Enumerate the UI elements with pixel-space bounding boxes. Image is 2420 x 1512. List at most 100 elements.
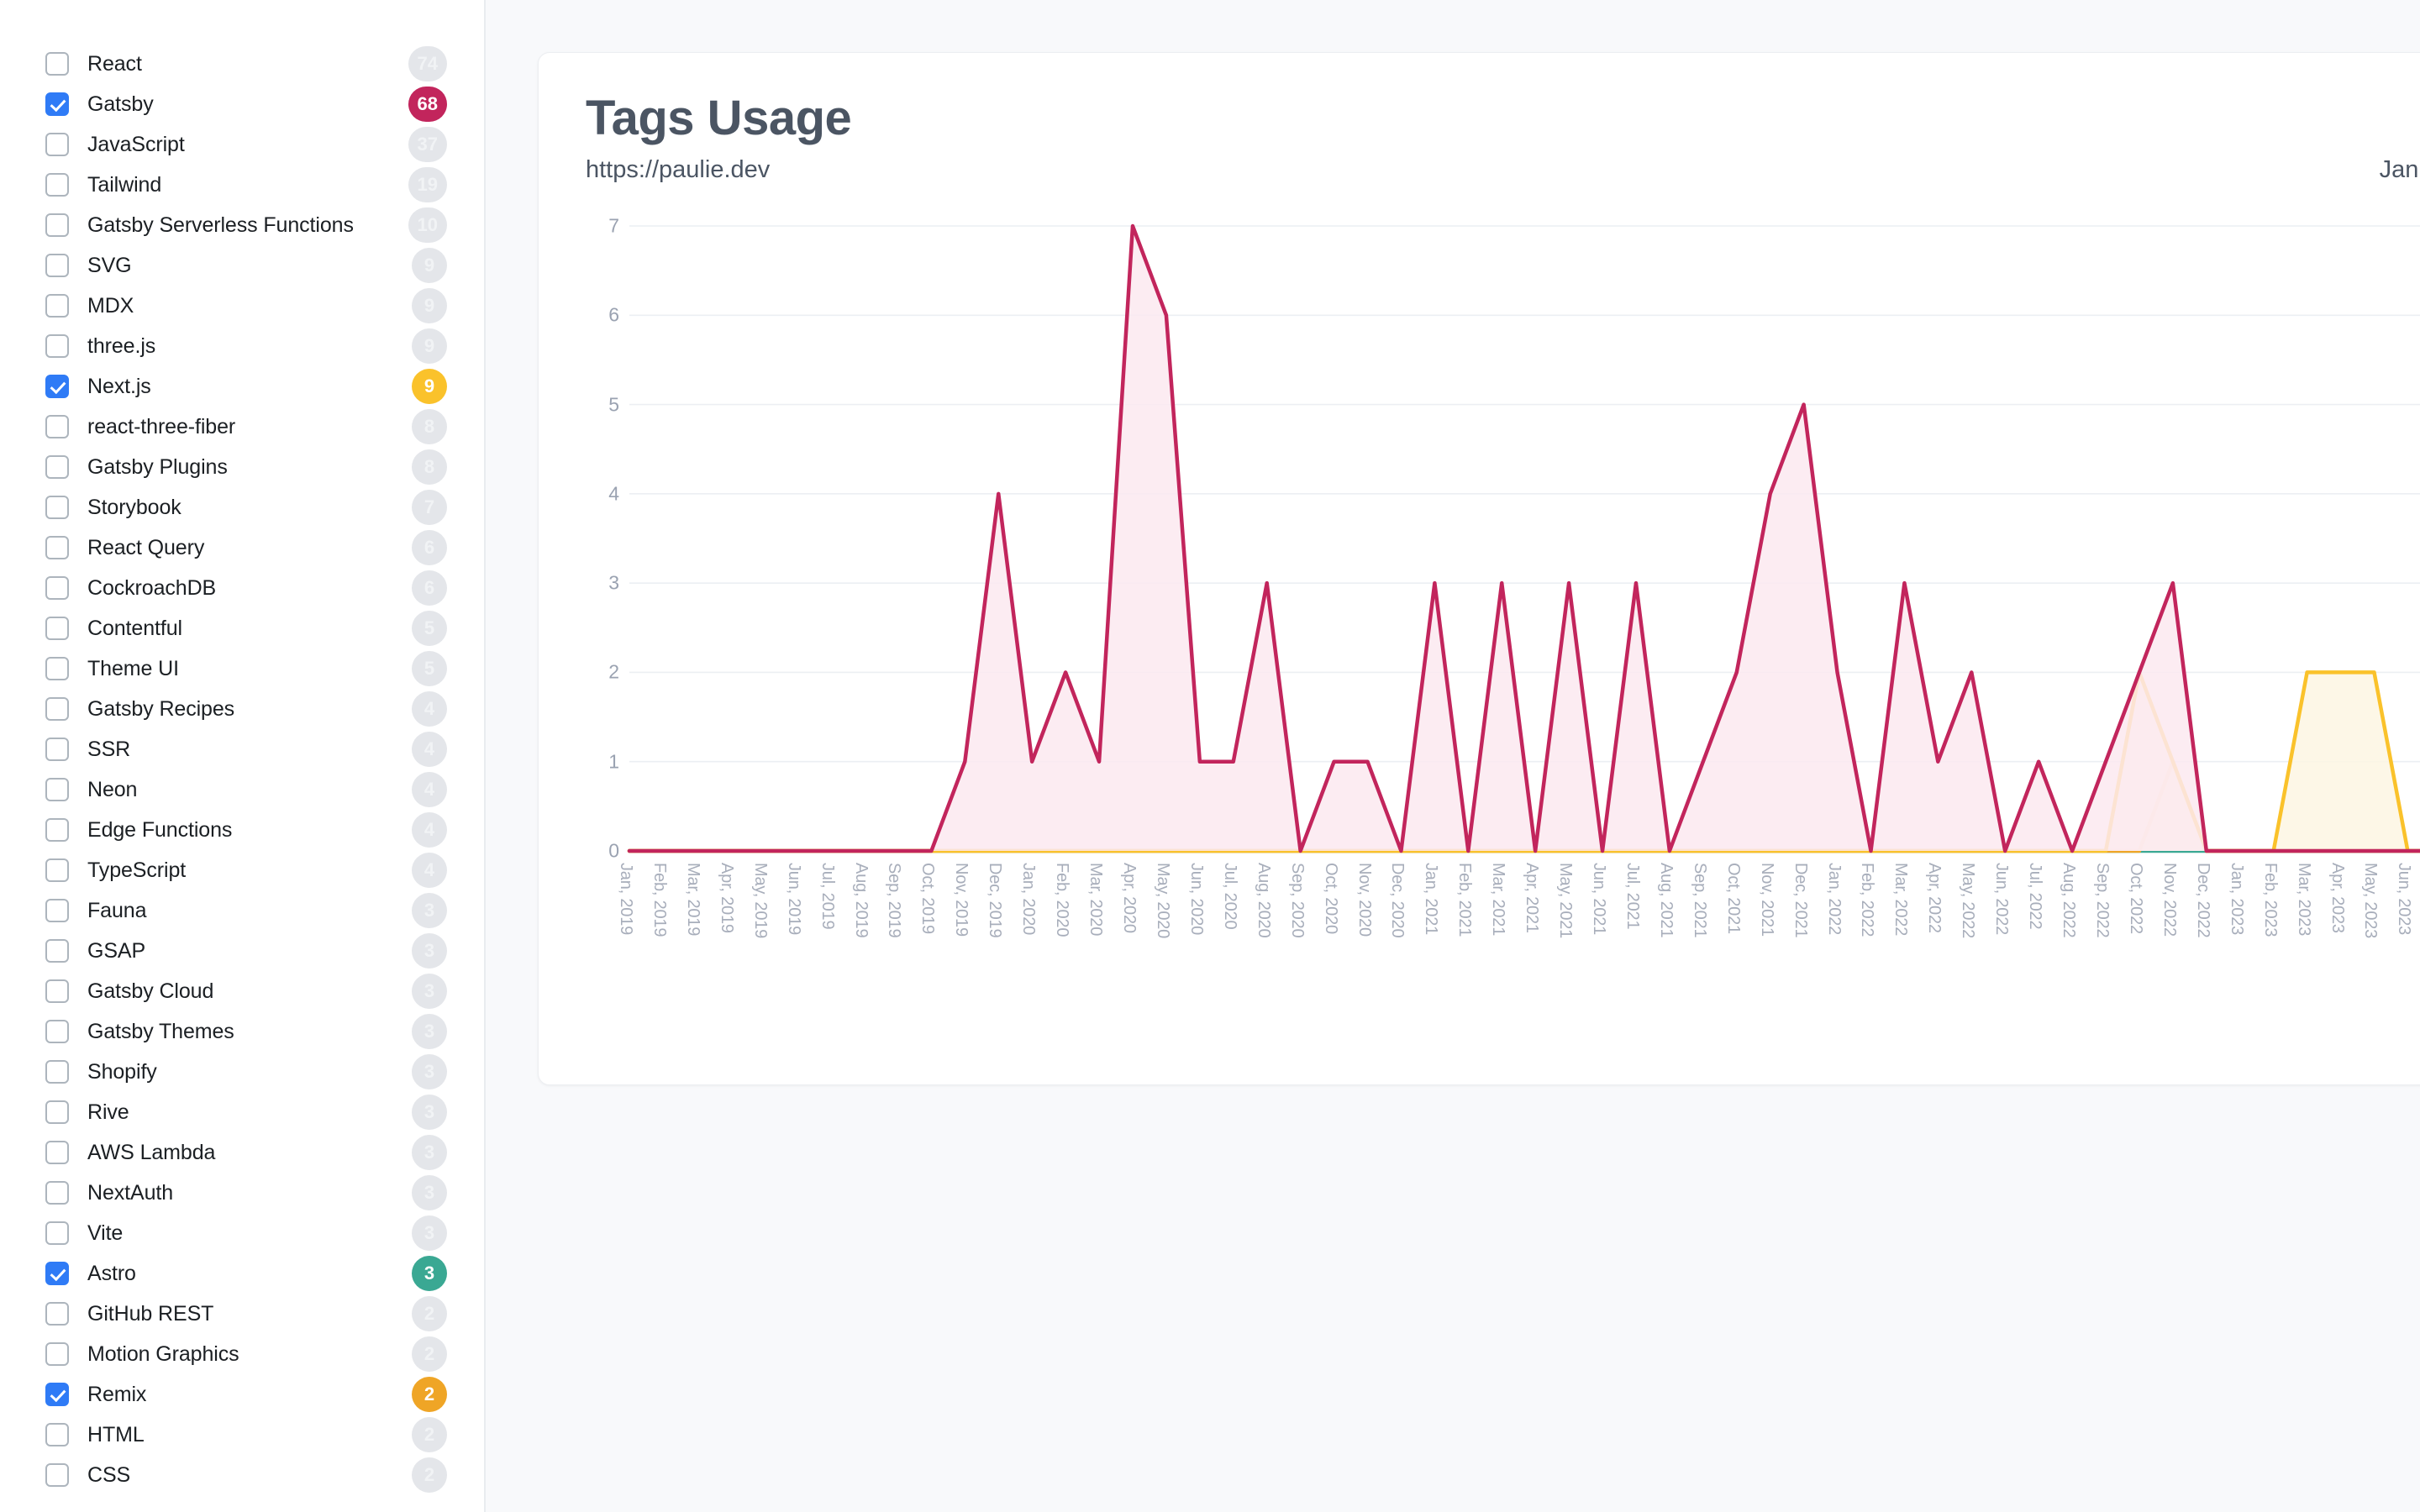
tag-checkbox[interactable] [45,1221,69,1245]
tag-filter-row[interactable]: Shopify 3 [0,1052,484,1092]
tag-checkbox[interactable] [45,1262,69,1285]
tag-checkbox[interactable] [45,455,69,479]
tag-filter-row[interactable]: HTML 2 [0,1415,484,1455]
tag-filter-row[interactable]: JavaScript 37 [0,124,484,165]
tag-checkbox[interactable] [45,818,69,842]
tag-filter-row[interactable]: Gatsby Plugins 8 [0,447,484,487]
tag-checkbox[interactable] [45,1020,69,1043]
tag-label: Neon [87,777,138,801]
tag-filter-row[interactable]: AWS Lambda 3 [0,1132,484,1173]
tag-filter-row[interactable]: Rive 3 [0,1092,484,1132]
tag-filter-row[interactable]: Gatsby Cloud 3 [0,971,484,1011]
tag-filter-row[interactable]: Gatsby 68 [0,84,484,124]
tag-checkbox[interactable] [45,858,69,882]
x-axis-tick: Feb, 2019 [650,863,669,937]
tag-checkbox[interactable] [45,254,69,277]
tag-filter-row[interactable]: Vite 3 [0,1213,484,1253]
tag-count-badge: 10 [408,207,447,243]
tag-filter-row[interactable]: Remix 2 [0,1374,484,1415]
tag-checkbox[interactable] [45,334,69,358]
tag-checkbox[interactable] [45,415,69,438]
tag-filter-row[interactable]: TypeScript 4 [0,850,484,890]
tag-label: Gatsby Cloud [87,979,214,1003]
tag-label: react-three-fiber [87,414,236,438]
tag-filter-row[interactable]: Gatsby Serverless Functions 10 [0,205,484,245]
tag-checkbox[interactable] [45,697,69,721]
tag-label: Gatsby Serverless Functions [87,213,354,237]
tag-count-badge: 37 [408,127,447,162]
tag-filter-row[interactable]: Storybook 7 [0,487,484,528]
tag-count-badge: 19 [408,167,447,202]
x-axis-tick: Nov, 2022 [2160,863,2179,937]
tag-checkbox[interactable] [45,1423,69,1446]
tag-filter-row[interactable]: MDX 9 [0,286,484,326]
tag-checkbox[interactable] [45,1302,69,1326]
tag-filter-row[interactable]: Fauna 3 [0,890,484,931]
tag-checkbox[interactable] [45,173,69,197]
tag-label: Motion Graphics [87,1341,239,1366]
tag-filter-row[interactable]: GitHub REST 2 [0,1294,484,1334]
tag-checkbox[interactable] [45,939,69,963]
tag-count-badge: 9 [412,369,447,404]
x-axis-tick: Sep, 2019 [885,863,904,938]
tag-checkbox[interactable] [45,576,69,600]
tag-count-badge: 5 [412,611,447,646]
tag-checkbox[interactable] [45,1181,69,1205]
tag-label: Shopify [87,1059,157,1084]
tag-label: Edge Functions [87,817,233,842]
tag-checkbox[interactable] [45,657,69,680]
x-axis-tick: Jul, 2020 [1220,863,1239,930]
tags-usage-area-chart[interactable] [586,219,2420,858]
tag-checkbox[interactable] [45,294,69,318]
tag-filter-sidebar[interactable]: React 74 Gatsby 68 JavaScript 37 Tailwind 19 Gat… [0,0,486,1512]
tag-filter-row[interactable]: Motion Graphics 2 [0,1334,484,1374]
tag-filter-row[interactable]: Contentful 5 [0,608,484,648]
x-axis-tick: Jun, 2019 [784,863,803,936]
tag-filter-row[interactable]: React 74 [0,44,484,84]
tag-filter-row[interactable]: Tailwind 19 [0,165,484,205]
tag-filter-row[interactable]: NextAuth 3 [0,1173,484,1213]
tag-checkbox[interactable] [45,899,69,922]
tag-checkbox[interactable] [45,92,69,116]
y-axis-tick: 0 [608,839,619,862]
x-axis-tick: Feb, 2020 [1053,863,1072,937]
tag-filter-row[interactable]: three.js 9 [0,326,484,366]
tag-filter-row[interactable]: Theme UI 5 [0,648,484,689]
tag-filter-row[interactable]: Next.js 9 [0,366,484,407]
tag-checkbox[interactable] [45,1141,69,1164]
tag-filter-row[interactable]: SSR 4 [0,729,484,769]
tag-filter-row[interactable]: Edge Functions 4 [0,810,484,850]
tag-filter-row[interactable]: Astro 3 [0,1253,484,1294]
tag-checkbox[interactable] [45,213,69,237]
tag-checkbox[interactable] [45,496,69,519]
tag-checkbox[interactable] [45,375,69,398]
tag-count-badge: 3 [412,1135,447,1170]
x-axis-tick: Nov, 2020 [1355,863,1374,937]
tag-filter-row[interactable]: react-three-fiber 8 [0,407,484,447]
x-axis-tick: Oct, 2021 [1723,863,1743,934]
tag-checkbox[interactable] [45,536,69,559]
tag-filter-row[interactable]: CSS 2 [0,1455,484,1495]
tag-checkbox[interactable] [45,1060,69,1084]
tag-checkbox[interactable] [45,617,69,640]
tag-label: AWS Lambda [87,1140,216,1164]
tag-checkbox[interactable] [45,979,69,1003]
tag-filter-row[interactable]: Gatsby Themes 3 [0,1011,484,1052]
tag-checkbox[interactable] [45,1100,69,1124]
x-axis-tick: Jun, 2023 [2395,863,2414,936]
tag-filter-row[interactable]: React Query 6 [0,528,484,568]
tag-checkbox[interactable] [45,1383,69,1406]
tag-filter-row[interactable]: CockroachDB 6 [0,568,484,608]
tag-filter-row[interactable]: Gatsby Recipes 4 [0,689,484,729]
tag-checkbox[interactable] [45,52,69,76]
x-axis-tick: Oct, 2020 [1321,863,1340,934]
tag-checkbox[interactable] [45,778,69,801]
tag-checkbox[interactable] [45,1463,69,1487]
x-axis-tick: Apr, 2022 [1925,863,1944,933]
tag-checkbox[interactable] [45,738,69,761]
tag-filter-row[interactable]: GSAP 3 [0,931,484,971]
tag-filter-row[interactable]: SVG 9 [0,245,484,286]
tag-filter-row[interactable]: Neon 4 [0,769,484,810]
tag-checkbox[interactable] [45,133,69,156]
tag-checkbox[interactable] [45,1342,69,1366]
